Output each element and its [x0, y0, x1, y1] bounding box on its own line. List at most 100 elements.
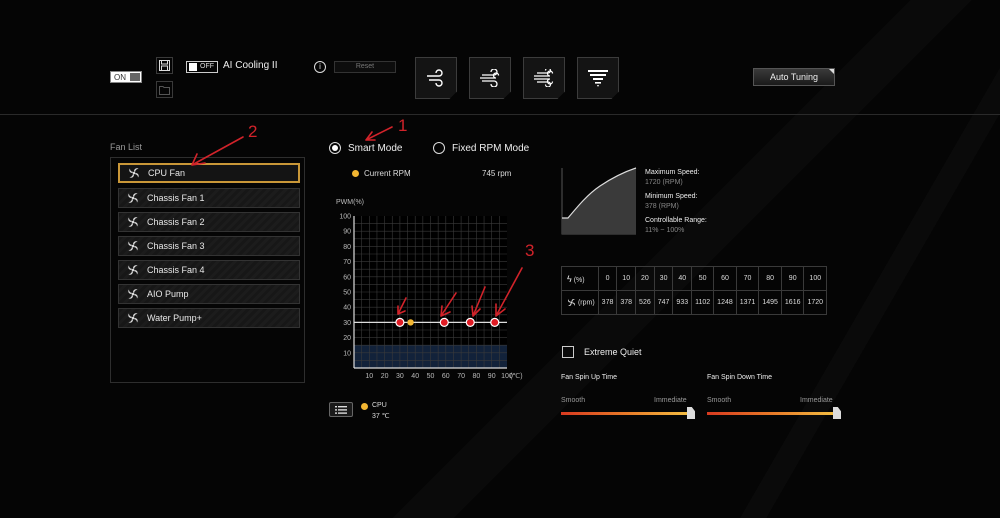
spin-up-slider-track[interactable] [561, 412, 691, 415]
fan-list-item-aio-pump[interactable]: AIO Pump [118, 284, 300, 304]
chart-x-tick-label: 20 [381, 373, 389, 380]
pwm-cell: 90 [780, 266, 805, 291]
min-speed-label: Minimum Speed: [645, 193, 698, 200]
chart-x-tick-label: 10 [365, 373, 373, 380]
rpm-cell: 378 [616, 290, 637, 315]
pwm-cell: 0 [597, 266, 618, 291]
pwm-cell: 100 [803, 266, 828, 291]
fan-curve-chart[interactable]: PWM(%) 10 20 30 40 50 60 70 80 90 100 10 20 30 40 50 60… [325, 195, 535, 385]
fan-mode-full-speed-button[interactable] [577, 57, 619, 99]
auto-tuning-button[interactable]: Auto Tuning [753, 68, 835, 86]
chart-y-tick-label: 40 [343, 305, 351, 312]
current-rpm-label: Current RPM [364, 169, 411, 178]
rpm-cell: 1495 [758, 290, 782, 315]
top-divider [0, 114, 1000, 115]
wind-silent-icon [427, 69, 443, 87]
chart-y-axis-label: PWM(%) [336, 199, 364, 206]
max-speed-label: Maximum Speed: [645, 169, 700, 176]
power-toggle[interactable]: ON [110, 71, 142, 83]
rpm-cell: 526 [635, 290, 655, 315]
ai-cooling-toggle-knob [189, 63, 197, 71]
fan-icon [128, 241, 138, 251]
fixed-rpm-mode-radio[interactable]: Fixed RPM Mode [433, 142, 529, 154]
ai-cooling-toggle[interactable]: OFF [186, 61, 218, 73]
info-icon[interactable]: i [314, 61, 326, 73]
fan-list-item-label: CPU Fan [148, 168, 186, 178]
chart-y-tick-label: 90 [343, 229, 351, 236]
pwm-header-label: (%) [573, 276, 585, 284]
rpm-cell: 747 [653, 290, 674, 315]
chart-x-tick-label: 80 [473, 373, 481, 380]
list-icon [335, 405, 347, 414]
current-rpm-value: 745 rpm [482, 169, 512, 178]
chart-y-tick-label: 20 [343, 335, 351, 342]
power-toggle-knob [130, 73, 140, 81]
chart-y-tick-label: 100 [339, 214, 351, 221]
fan-mode-standard-button[interactable] [469, 57, 511, 99]
extreme-quiet-checkbox[interactable] [562, 346, 574, 358]
current-rpm-dot-icon [352, 170, 359, 177]
max-speed-value: 1720 (RPM) [645, 179, 683, 186]
fan-mode-silent-button[interactable] [415, 57, 457, 99]
fan-list-item-water-pump[interactable]: Water Pump+ [118, 308, 300, 328]
sensor-temperature: 37 ℃ [372, 413, 390, 420]
smart-mode-radio[interactable]: Smart Mode [329, 142, 402, 154]
fan-list-title: Fan List [110, 142, 143, 152]
fan-list-item-chassis-fan-1[interactable]: Chassis Fan 1 [118, 188, 300, 208]
spin-down-slider-track[interactable] [707, 412, 837, 415]
chart-control-point[interactable] [395, 317, 405, 328]
ai-cooling-toggle-label: OFF [200, 63, 214, 70]
fan-list-item-label: Water Pump+ [147, 313, 202, 323]
fan-list-item-chassis-fan-3[interactable]: Chassis Fan 3 [118, 236, 300, 256]
fan-list-item-chassis-fan-2[interactable]: Chassis Fan 2 [118, 212, 300, 232]
chart-y-tick-label: 50 [343, 290, 351, 297]
fan-list-item-label: AIO Pump [147, 289, 189, 299]
fan-icon [129, 168, 139, 178]
rpm-cell: 1248 [713, 290, 737, 315]
chart-x-tick-label: 70 [457, 373, 465, 380]
chart-y-tick-label: 60 [343, 274, 351, 281]
radio-circle [329, 142, 341, 154]
chart-control-point[interactable] [490, 317, 500, 328]
chart-x-tick-label: 40 [411, 373, 419, 380]
open-folder-button[interactable] [156, 81, 173, 98]
save-button[interactable] [156, 57, 173, 74]
chart-control-point[interactable] [439, 317, 449, 328]
spin-up-title: Fan Spin Up Time [561, 374, 618, 381]
chart-control-point[interactable] [465, 317, 475, 328]
annotation-label-1: 1 [398, 116, 407, 135]
annotation-arrow-1 [365, 126, 393, 141]
pwm-header: ϟ (%) [561, 266, 599, 291]
fan-icon [128, 217, 138, 227]
rpm-row: (rpm) 378 378 526 747 933 1102 1248 1371 1495 161… [561, 290, 828, 315]
spin-up-max-label: Immediate [654, 397, 687, 404]
rpm-cell: 1102 [691, 290, 715, 315]
rpm-cell: 1720 [803, 290, 828, 315]
fan-list-item-label: Chassis Fan 1 [147, 193, 205, 203]
fixed-rpm-mode-label: Fixed RPM Mode [452, 142, 530, 154]
power-toggle-label: ON [114, 73, 126, 82]
chart-x-tick-label: 30 [396, 373, 404, 380]
pwm-row: ϟ (%) 0 10 20 30 40 50 60 70 80 90 100 [561, 266, 828, 291]
pwm-cell: 70 [735, 266, 760, 291]
spin-down-slider-thumb[interactable] [833, 407, 841, 419]
sensor-source-button[interactable] [329, 402, 353, 417]
save-icon [159, 60, 170, 71]
min-speed-value: 378 (RPM) [645, 203, 679, 210]
sensor-dot-icon [361, 403, 368, 410]
reset-button[interactable]: Reset [334, 61, 396, 73]
rpm-header-label: (rpm) [577, 299, 595, 307]
chart-x-tick-label: 90 [488, 373, 496, 380]
fan-mode-turbo-button[interactable] [523, 57, 565, 99]
pwm-cell: 30 [653, 266, 674, 291]
fan-list-item-chassis-fan-4[interactable]: Chassis Fan 4 [118, 260, 300, 280]
fan-speed-mini-curve [561, 167, 637, 235]
controllable-range-label: Controllable Range: [645, 217, 707, 224]
ai-cooling-label: AI Cooling II [223, 60, 278, 71]
chart-current-point [407, 319, 414, 326]
fan-list-item-cpu-fan[interactable]: CPU Fan [118, 163, 300, 183]
wind-standard-icon [480, 69, 500, 87]
rpm-cell: 1371 [735, 290, 760, 315]
chart-y-tick-label: 80 [343, 244, 351, 251]
spin-up-slider-thumb[interactable] [687, 407, 695, 419]
